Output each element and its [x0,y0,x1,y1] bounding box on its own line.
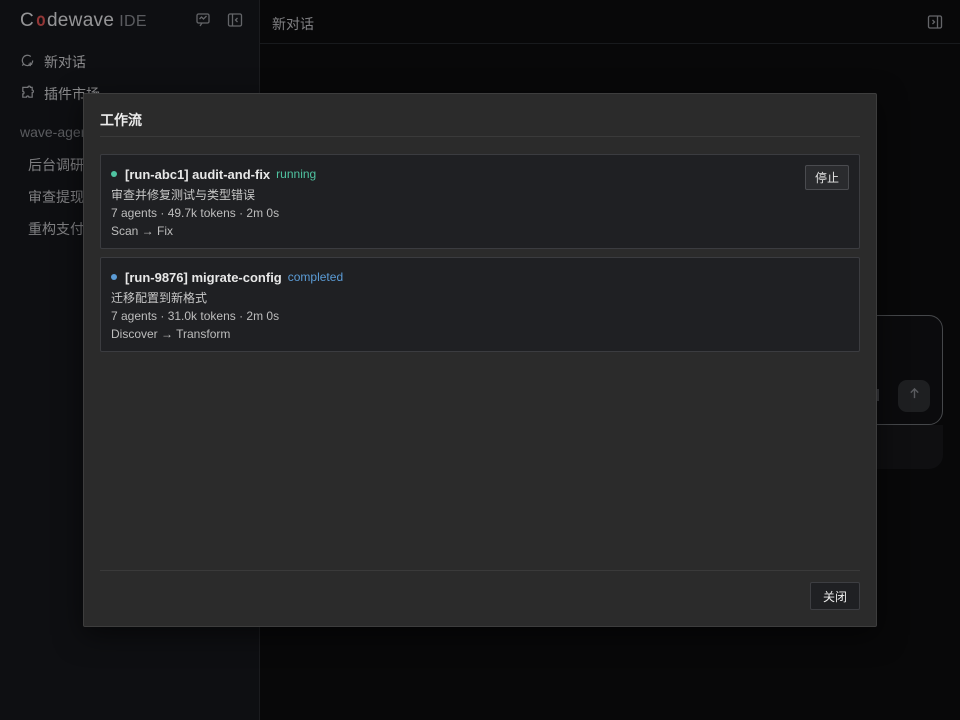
close-button[interactable]: 关闭 [810,582,860,610]
status-badge: completed [287,270,344,284]
dialog-title: 工作流 [100,112,142,128]
workflow-meta: 7 agents · 31.0k tokens · 2m 0s [111,309,280,323]
workflow-name: [run-9876] migrate-config [125,269,282,285]
status-dot-icon [111,274,117,280]
workflow-card: [run-abc1] audit-and-fix running 审查并修复测试… [100,154,860,249]
workflow-steps: Scan → Fix [111,224,174,238]
workflow-card: [run-9876] migrate-config completed 迁移配置… [100,257,860,352]
workflow-name: [run-abc1] audit-and-fix [125,166,271,182]
status-dot-icon [111,171,117,177]
workflow-header: [run-9876] migrate-config completed [111,269,343,285]
workflow-steps: Discover → Transform [111,327,231,341]
divider [100,570,860,571]
workflow-meta: 7 agents · 49.7k tokens · 2m 0s [111,206,280,220]
workflow-header: [run-abc1] audit-and-fix running [111,166,316,182]
divider [100,136,860,137]
workflow-description: 迁移配置到新格式 [111,291,208,305]
workflow-description: 审查并修复测试与类型错误 [111,188,256,202]
status-badge: running [276,167,317,181]
workflow-dialog: 工作流 [run-abc1] audit-and-fix running 审查并… [83,93,877,627]
stop-button[interactable]: 停止 [805,165,849,190]
